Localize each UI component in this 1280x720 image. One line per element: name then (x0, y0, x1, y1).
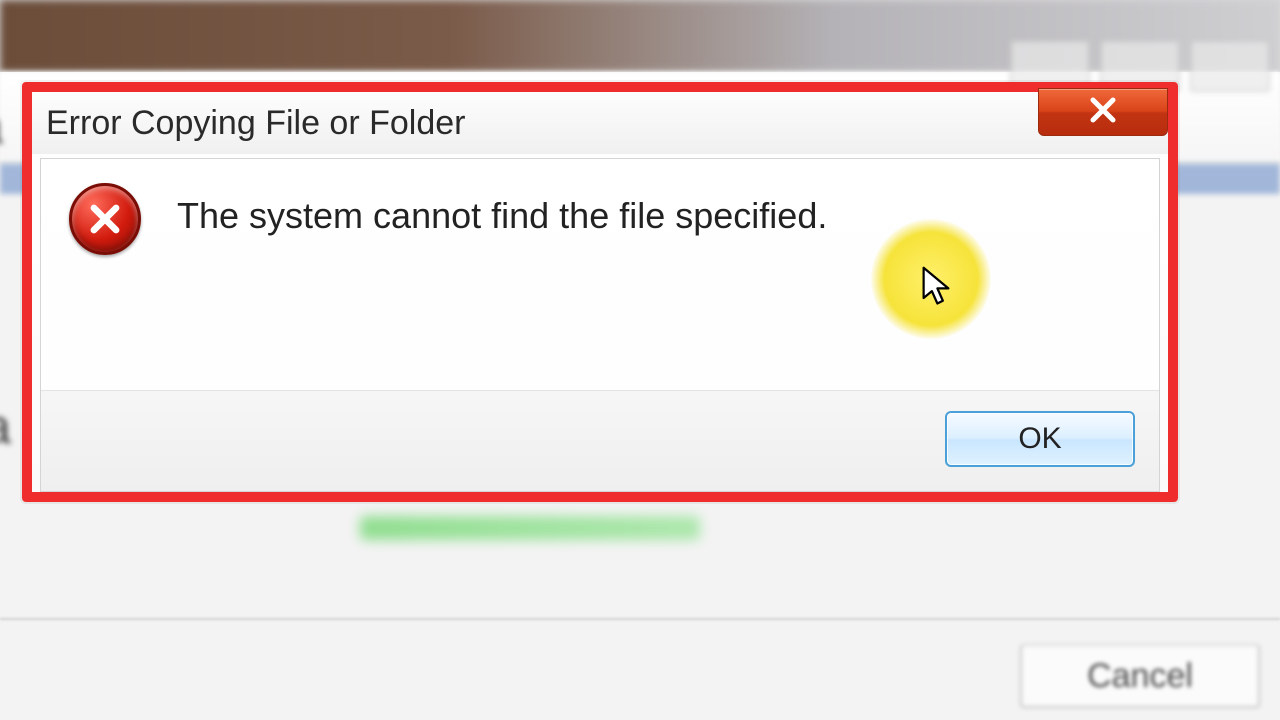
ok-button[interactable]: OK (945, 411, 1135, 467)
cursor-highlight (871, 219, 991, 339)
dialog-title: Error Copying File or Folder (46, 104, 465, 143)
error-message: The system cannot find the file specifie… (177, 183, 827, 238)
dialog-titlebar[interactable]: Error Copying File or Folder (32, 92, 1168, 154)
background-divider (0, 618, 1280, 620)
background-progress-bar (360, 516, 700, 540)
background-clipped-text-2: a (0, 400, 11, 455)
background-cancel-button[interactable]: Cancel (1020, 644, 1260, 708)
close-button[interactable] (1038, 88, 1168, 136)
error-icon (69, 183, 141, 255)
message-row: The system cannot find the file specifie… (41, 159, 1159, 390)
error-dialog: Error Copying File or Folder The system … (32, 92, 1168, 492)
dialog-content: The system cannot find the file specifie… (40, 158, 1160, 492)
dialog-button-row: OK (41, 390, 1159, 491)
close-icon (1088, 95, 1118, 130)
highlight-frame: Error Copying File or Folder The system … (22, 82, 1178, 502)
cursor-icon (908, 245, 954, 314)
background-clipped-text: a (0, 100, 3, 155)
